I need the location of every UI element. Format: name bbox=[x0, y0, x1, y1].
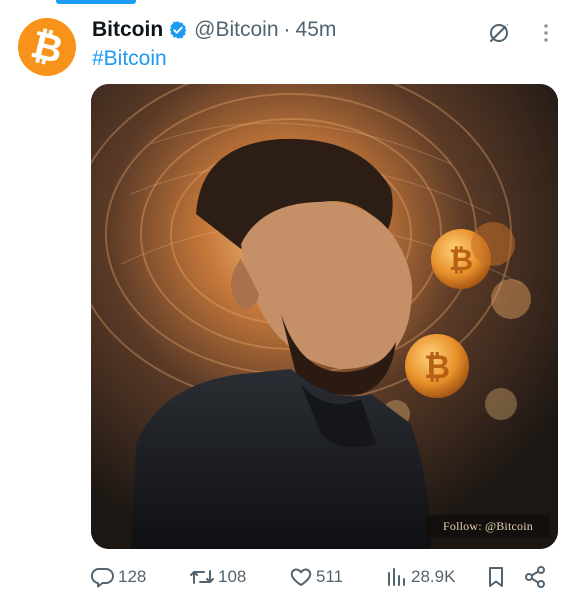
top-indicator bbox=[56, 0, 136, 4]
tweet-timestamp[interactable]: 45m bbox=[296, 18, 337, 42]
hashtag-link[interactable]: #Bitcoin bbox=[92, 47, 167, 71]
retweet-icon bbox=[190, 570, 214, 584]
svg-text:₿: ₿ bbox=[27, 24, 67, 72]
tweet-actions-bar: 128 108 511 28.9K bbox=[91, 563, 558, 591]
reply-count: 128 bbox=[118, 567, 147, 586]
svg-text:₿: ₿ bbox=[449, 244, 473, 277]
reply-button[interactable]: 128 bbox=[91, 563, 146, 591]
tweet-header: Bitcoin @Bitcoin · 45m bbox=[92, 16, 336, 44]
media-watermark: Follow: @Bitcoin bbox=[426, 515, 550, 538]
retweet-button[interactable]: 108 bbox=[189, 563, 246, 591]
share-icon bbox=[525, 566, 545, 588]
bitcoin-logo-icon: ₿ bbox=[27, 24, 67, 72]
more-vertical-icon[interactable] bbox=[537, 20, 555, 46]
reply-icon bbox=[91, 567, 114, 588]
header-separator: · bbox=[283, 18, 291, 41]
verified-badge-icon bbox=[168, 20, 188, 40]
views-icon bbox=[388, 568, 405, 586]
tweet-media-image[interactable]: ₿ ₿ Follow: @Bitcoin bbox=[91, 84, 558, 549]
portrait-illustration: ₿ ₿ bbox=[91, 84, 558, 549]
retweet-count: 108 bbox=[218, 567, 247, 586]
avatar[interactable]: ₿ bbox=[18, 18, 76, 76]
share-button[interactable] bbox=[523, 563, 547, 591]
bookmark-button[interactable] bbox=[486, 563, 506, 591]
views-button[interactable]: 28.9K bbox=[386, 563, 455, 591]
author-handle[interactable]: @Bitcoin bbox=[194, 18, 278, 42]
like-icon bbox=[290, 568, 312, 586]
like-count: 511 bbox=[316, 567, 344, 586]
grok-icon[interactable] bbox=[486, 20, 512, 46]
views-count: 28.9K bbox=[411, 567, 456, 586]
svg-text:₿: ₿ bbox=[424, 349, 450, 385]
like-button[interactable]: 511 bbox=[289, 563, 343, 591]
author-display-name[interactable]: Bitcoin bbox=[92, 18, 163, 42]
bookmark-icon bbox=[489, 567, 503, 587]
